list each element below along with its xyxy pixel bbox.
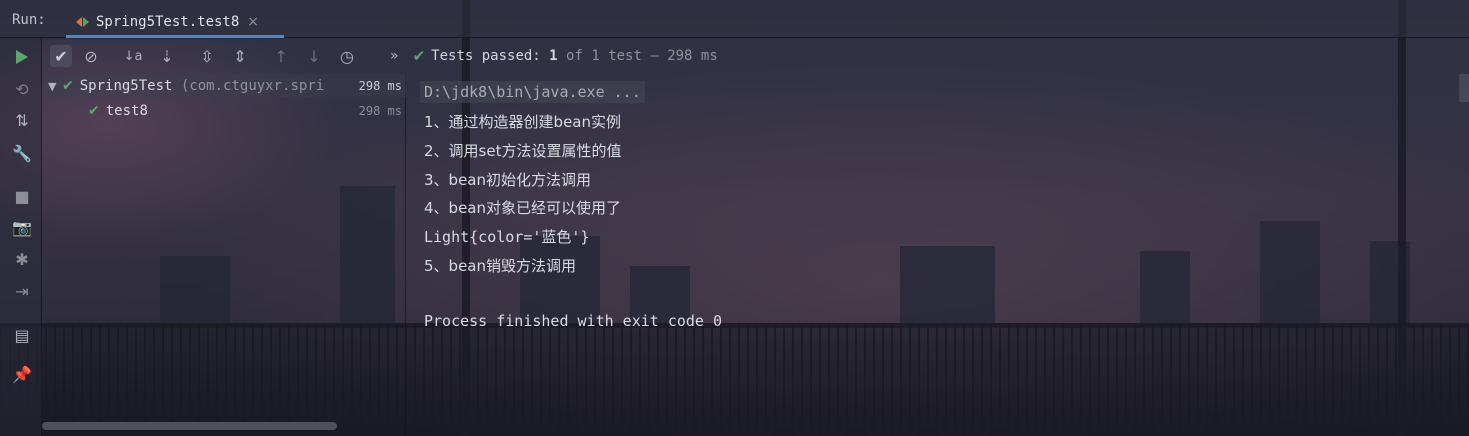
- tab-title: Spring5Test.test8: [96, 14, 240, 30]
- exit-icon[interactable]: ⇥: [11, 280, 33, 302]
- tree-child-name: test8: [105, 103, 148, 119]
- tree-row-root[interactable]: ▼ ✔ Spring5Test (com.ctguyxr.spri 298 ms: [42, 74, 406, 98]
- tab-spring5test-test8[interactable]: Spring5Test.test8 ×: [66, 6, 284, 38]
- cancel-icon[interactable]: ⊘: [80, 45, 102, 67]
- chevron-down-icon[interactable]: ▼: [48, 80, 62, 93]
- console-vertical-scrollbar[interactable]: [1459, 74, 1469, 102]
- close-icon[interactable]: ×: [247, 14, 259, 30]
- overflow-icon[interactable]: »: [390, 48, 399, 64]
- console-output: D:\jdk8\bin\java.exe ... 1、通过构造器创建bean实例…: [407, 74, 1469, 436]
- run-tab-bar: Run: Spring5Test.test8 ×: [0, 0, 1469, 38]
- test-tree: ▼ ✔ Spring5Test (com.ctguyxr.spri 298 ms…: [42, 74, 406, 436]
- collapse-all-icon[interactable]: ⇕: [229, 45, 251, 67]
- tree-root-package: (com.ctguyxr.spri: [180, 78, 325, 94]
- tree-horizontal-scrollbar[interactable]: [42, 422, 337, 430]
- left-toolbar: ⟲ ⇅ 🔧 ■ 📷 ✱ ⇥ ▤ 📌: [0, 38, 42, 436]
- check-icon[interactable]: ✔: [50, 45, 72, 67]
- pin-icon[interactable]: 📌: [11, 363, 33, 385]
- history-icon[interactable]: ◷: [336, 45, 358, 67]
- passed-check-icon: ✔: [88, 103, 100, 119]
- status-passed-count: 1: [549, 48, 558, 64]
- camera-icon[interactable]: 📷: [11, 216, 33, 238]
- console-line: 1、通过构造器创建bean实例: [424, 113, 621, 131]
- sort-alpha-icon[interactable]: ↓a: [122, 45, 144, 67]
- console-line: 2、调用set方法设置属性的值: [424, 142, 622, 160]
- status-prefix: Tests passed:: [431, 48, 541, 64]
- debug-icon[interactable]: ✱: [11, 248, 33, 270]
- rerun-icon[interactable]: ⟲: [11, 78, 33, 100]
- prev-failed-icon[interactable]: ↑: [270, 45, 292, 67]
- sort-duration-icon[interactable]: ⇣: [156, 45, 178, 67]
- toggle-icon[interactable]: ⇅: [11, 109, 33, 131]
- tree-row-test8[interactable]: ✔ test8 298 ms: [42, 99, 406, 123]
- layout-icon[interactable]: ▤: [11, 324, 33, 346]
- console-line: 4、bean对象已经可以使用了: [424, 199, 621, 217]
- test-status: » ✔ Tests passed: 1 of 1 test – 298 ms: [390, 47, 718, 65]
- console-line: Light{color='蓝色'}: [424, 228, 590, 246]
- passed-check-icon: ✔: [62, 78, 74, 94]
- expand-all-icon[interactable]: ⇳: [196, 45, 218, 67]
- passed-check-icon: ✔: [412, 47, 426, 65]
- tree-child-time: 298 ms: [358, 104, 402, 118]
- run-label: Run:: [12, 12, 46, 28]
- settings-icon[interactable]: 🔧: [11, 142, 33, 164]
- test-toolbar: ✔ ⊘ ↓a ⇣ ⇳ ⇕ ↑ ↓ ◷ » ✔ Tests passed: 1 o…: [42, 38, 1469, 74]
- next-failed-icon[interactable]: ↓: [303, 45, 325, 67]
- junit-config-icon: [76, 16, 90, 28]
- console-line[interactable]: D:\jdk8\bin\java.exe ...: [420, 81, 645, 103]
- tree-root-name: Spring5Test: [79, 78, 173, 94]
- console-line: Process finished with exit code 0: [424, 312, 723, 330]
- stop-icon[interactable]: ■: [11, 185, 33, 207]
- run-icon[interactable]: [11, 46, 33, 68]
- status-suffix: of 1 test – 298 ms: [566, 48, 718, 64]
- tree-root-time: 298 ms: [358, 79, 402, 93]
- console-line: 3、bean初始化方法调用: [424, 171, 591, 189]
- console-line: 5、bean销毁方法调用: [424, 257, 576, 275]
